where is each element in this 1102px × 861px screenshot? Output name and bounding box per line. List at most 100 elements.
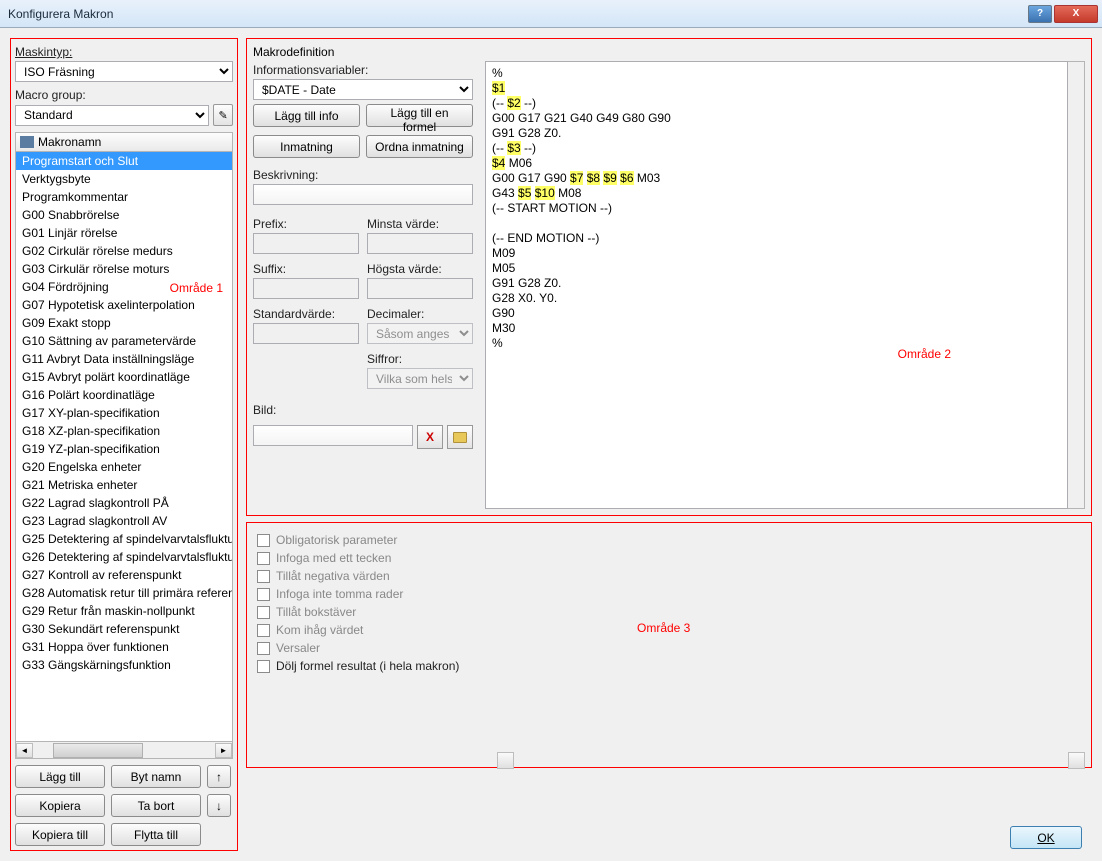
window-title: Konfigurera Makron	[8, 7, 113, 21]
list-item[interactable]: G22 Lagrad slagkontroll PÅ	[16, 494, 232, 512]
add-button[interactable]: Lägg till	[15, 765, 105, 788]
list-item[interactable]: G11 Avbryt Data inställningsläge	[16, 350, 232, 368]
checkbox-no-empty-rows: Infoga inte tomma rader	[257, 587, 497, 601]
list-item[interactable]: G33 Gängskärningsfunktion	[16, 656, 232, 674]
list-item[interactable]: G28 Automatisk retur till primära refere…	[16, 584, 232, 602]
min-value-label: Minsta värde:	[367, 217, 473, 231]
checkbox-allow-letters: Tillåt bokstäver	[257, 605, 497, 619]
machine-type-select[interactable]: ISO Fräsning	[15, 61, 233, 82]
info-variables-select[interactable]: $DATE - Date	[253, 79, 473, 100]
list-item[interactable]: G23 Lagrad slagkontroll AV	[16, 512, 232, 530]
list-item[interactable]: G26 Detektering af spindelvarvtalsfluktu…	[16, 548, 232, 566]
close-button[interactable]: X	[1054, 5, 1098, 23]
list-item[interactable]: G09 Exakt stopp	[16, 314, 232, 332]
help-button[interactable]: ?	[1028, 5, 1052, 23]
arrow-up-icon: ↑	[216, 770, 222, 784]
copy-button[interactable]: Kopiera	[15, 794, 105, 817]
list-item[interactable]: G17 XY-plan-specifikation	[16, 404, 232, 422]
list-item[interactable]: G00 Snabbrörelse	[16, 206, 232, 224]
macro-definition-heading: Makrodefinition	[253, 45, 1085, 59]
list-item[interactable]: Verktygsbyte	[16, 170, 232, 188]
list-item[interactable]: G02 Cirkulär rörelse medurs	[16, 242, 232, 260]
list-item[interactable]: G25 Detektering af spindelvarvtalsfluktu…	[16, 530, 232, 548]
min-value-input	[367, 233, 473, 254]
list-item[interactable]: G07 Hypotetisk axelinterpolation	[16, 296, 232, 314]
default-value-input	[253, 323, 359, 344]
list-item[interactable]: G20 Engelska enheter	[16, 458, 232, 476]
move-up-button[interactable]: ↑	[207, 765, 231, 788]
description-label: Beskrivning:	[253, 168, 473, 182]
suffix-label: Suffix:	[253, 262, 359, 276]
left-panel: Maskintyp: ISO Fräsning Macro group: Sta…	[10, 38, 238, 851]
copy-to-button[interactable]: Kopiera till	[15, 823, 105, 846]
image-label: Bild:	[253, 403, 473, 417]
suffix-input	[253, 278, 359, 299]
x-icon: X	[426, 430, 434, 444]
area-3-label: Område 3	[637, 621, 690, 635]
decimals-label: Decimaler:	[367, 307, 473, 321]
decimals-select: Såsom anges	[367, 323, 473, 344]
folder-icon	[453, 432, 467, 443]
checkbox-hide-formula[interactable]: Dölj formel resultat (i hela makron)	[257, 659, 497, 673]
input-button[interactable]: Inmatning	[253, 135, 360, 158]
macro-group-select[interactable]: Standard	[15, 105, 209, 126]
list-item[interactable]: G03 Cirkulär rörelse moturs	[16, 260, 232, 278]
checkbox-allow-negative: Tillåt negativa värden	[257, 569, 497, 583]
list-item[interactable]: G18 XZ-plan-specifikation	[16, 422, 232, 440]
pencil-icon: ✎	[219, 109, 228, 122]
description-input[interactable]	[253, 184, 473, 205]
list-item[interactable]: G01 Linjär rörelse	[16, 224, 232, 242]
macro-group-edit-button[interactable]: ✎	[213, 104, 233, 126]
code-editor-vscrollbar[interactable]	[1068, 61, 1085, 509]
max-value-label: Högsta värde:	[367, 262, 473, 276]
area-1-label: Område 1	[170, 281, 223, 295]
macro-list[interactable]: Programstart och Slut Verktygsbyte Progr…	[15, 152, 233, 742]
list-item[interactable]: G29 Retur från maskin-nollpunkt	[16, 602, 232, 620]
options-panel: Obligatorisk parameter Infoga med ett te…	[246, 522, 1092, 768]
macro-list-hscrollbar[interactable]: ◄►	[15, 742, 233, 759]
list-item[interactable]: G30 Sekundärt referenspunkt	[16, 620, 232, 638]
code-editor[interactable]: % $1 (-- $2 --) G00 G17 G21 G40 G49 G80 …	[485, 61, 1068, 509]
move-to-button[interactable]: Flytta till	[111, 823, 201, 846]
list-item[interactable]: G27 Kontroll av referenspunkt	[16, 566, 232, 584]
prefix-label: Prefix:	[253, 217, 359, 231]
delete-button[interactable]: Ta bort	[111, 794, 201, 817]
list-item[interactable]: Programkommentar	[16, 188, 232, 206]
checkbox-remember-value: Kom ihåg värdet	[257, 623, 497, 637]
macro-group-label: Macro group:	[15, 88, 233, 102]
order-input-button[interactable]: Ordna inmatning	[366, 135, 473, 158]
digits-label: Siffror:	[367, 352, 473, 366]
macro-definition-panel: Makrodefinition Informationsvariabler: $…	[246, 38, 1092, 516]
checkbox-insert-char: Infoga med ett tecken	[257, 551, 497, 565]
rename-button[interactable]: Byt namn	[111, 765, 201, 788]
options-hscrollbar[interactable]	[497, 752, 1085, 769]
list-item[interactable]: G15 Avbryt polärt koordinatläge	[16, 368, 232, 386]
machine-type-label: Maskintyp:	[15, 45, 233, 59]
add-info-button[interactable]: Lägg till info	[253, 104, 360, 127]
list-item[interactable]: G16 Polärt koordinatläge	[16, 386, 232, 404]
clear-image-button[interactable]: X	[417, 425, 443, 449]
macro-list-header-label: Makronamn	[38, 135, 101, 149]
list-item[interactable]: G21 Metriska enheter	[16, 476, 232, 494]
image-path-input[interactable]	[253, 425, 413, 446]
area-2-label: Område 2	[898, 347, 951, 361]
browse-image-button[interactable]	[447, 425, 473, 449]
checkbox-uppercase: Versaler	[257, 641, 497, 655]
add-formula-button[interactable]: Lägg till en formel	[366, 104, 473, 127]
info-variables-label: Informationsvariabler:	[253, 63, 473, 77]
macro-icon	[20, 136, 34, 148]
digits-select: Vilka som helst	[367, 368, 473, 389]
macro-list-header[interactable]: Makronamn	[15, 132, 233, 152]
title-bar: Konfigurera Makron ? X	[0, 0, 1102, 28]
prefix-input	[253, 233, 359, 254]
ok-button[interactable]: OK	[1010, 826, 1082, 849]
checkbox-mandatory: Obligatorisk parameter	[257, 533, 497, 547]
move-down-button[interactable]: ↓	[207, 794, 231, 817]
arrow-down-icon: ↓	[216, 799, 222, 813]
list-item[interactable]: G19 YZ-plan-specifikation	[16, 440, 232, 458]
list-item[interactable]: G10 Sättning av parametervärde	[16, 332, 232, 350]
list-item[interactable]: G31 Hoppa över funktionen	[16, 638, 232, 656]
default-value-label: Standardvärde:	[253, 307, 359, 321]
list-item[interactable]: Programstart och Slut	[16, 152, 232, 170]
max-value-input	[367, 278, 473, 299]
